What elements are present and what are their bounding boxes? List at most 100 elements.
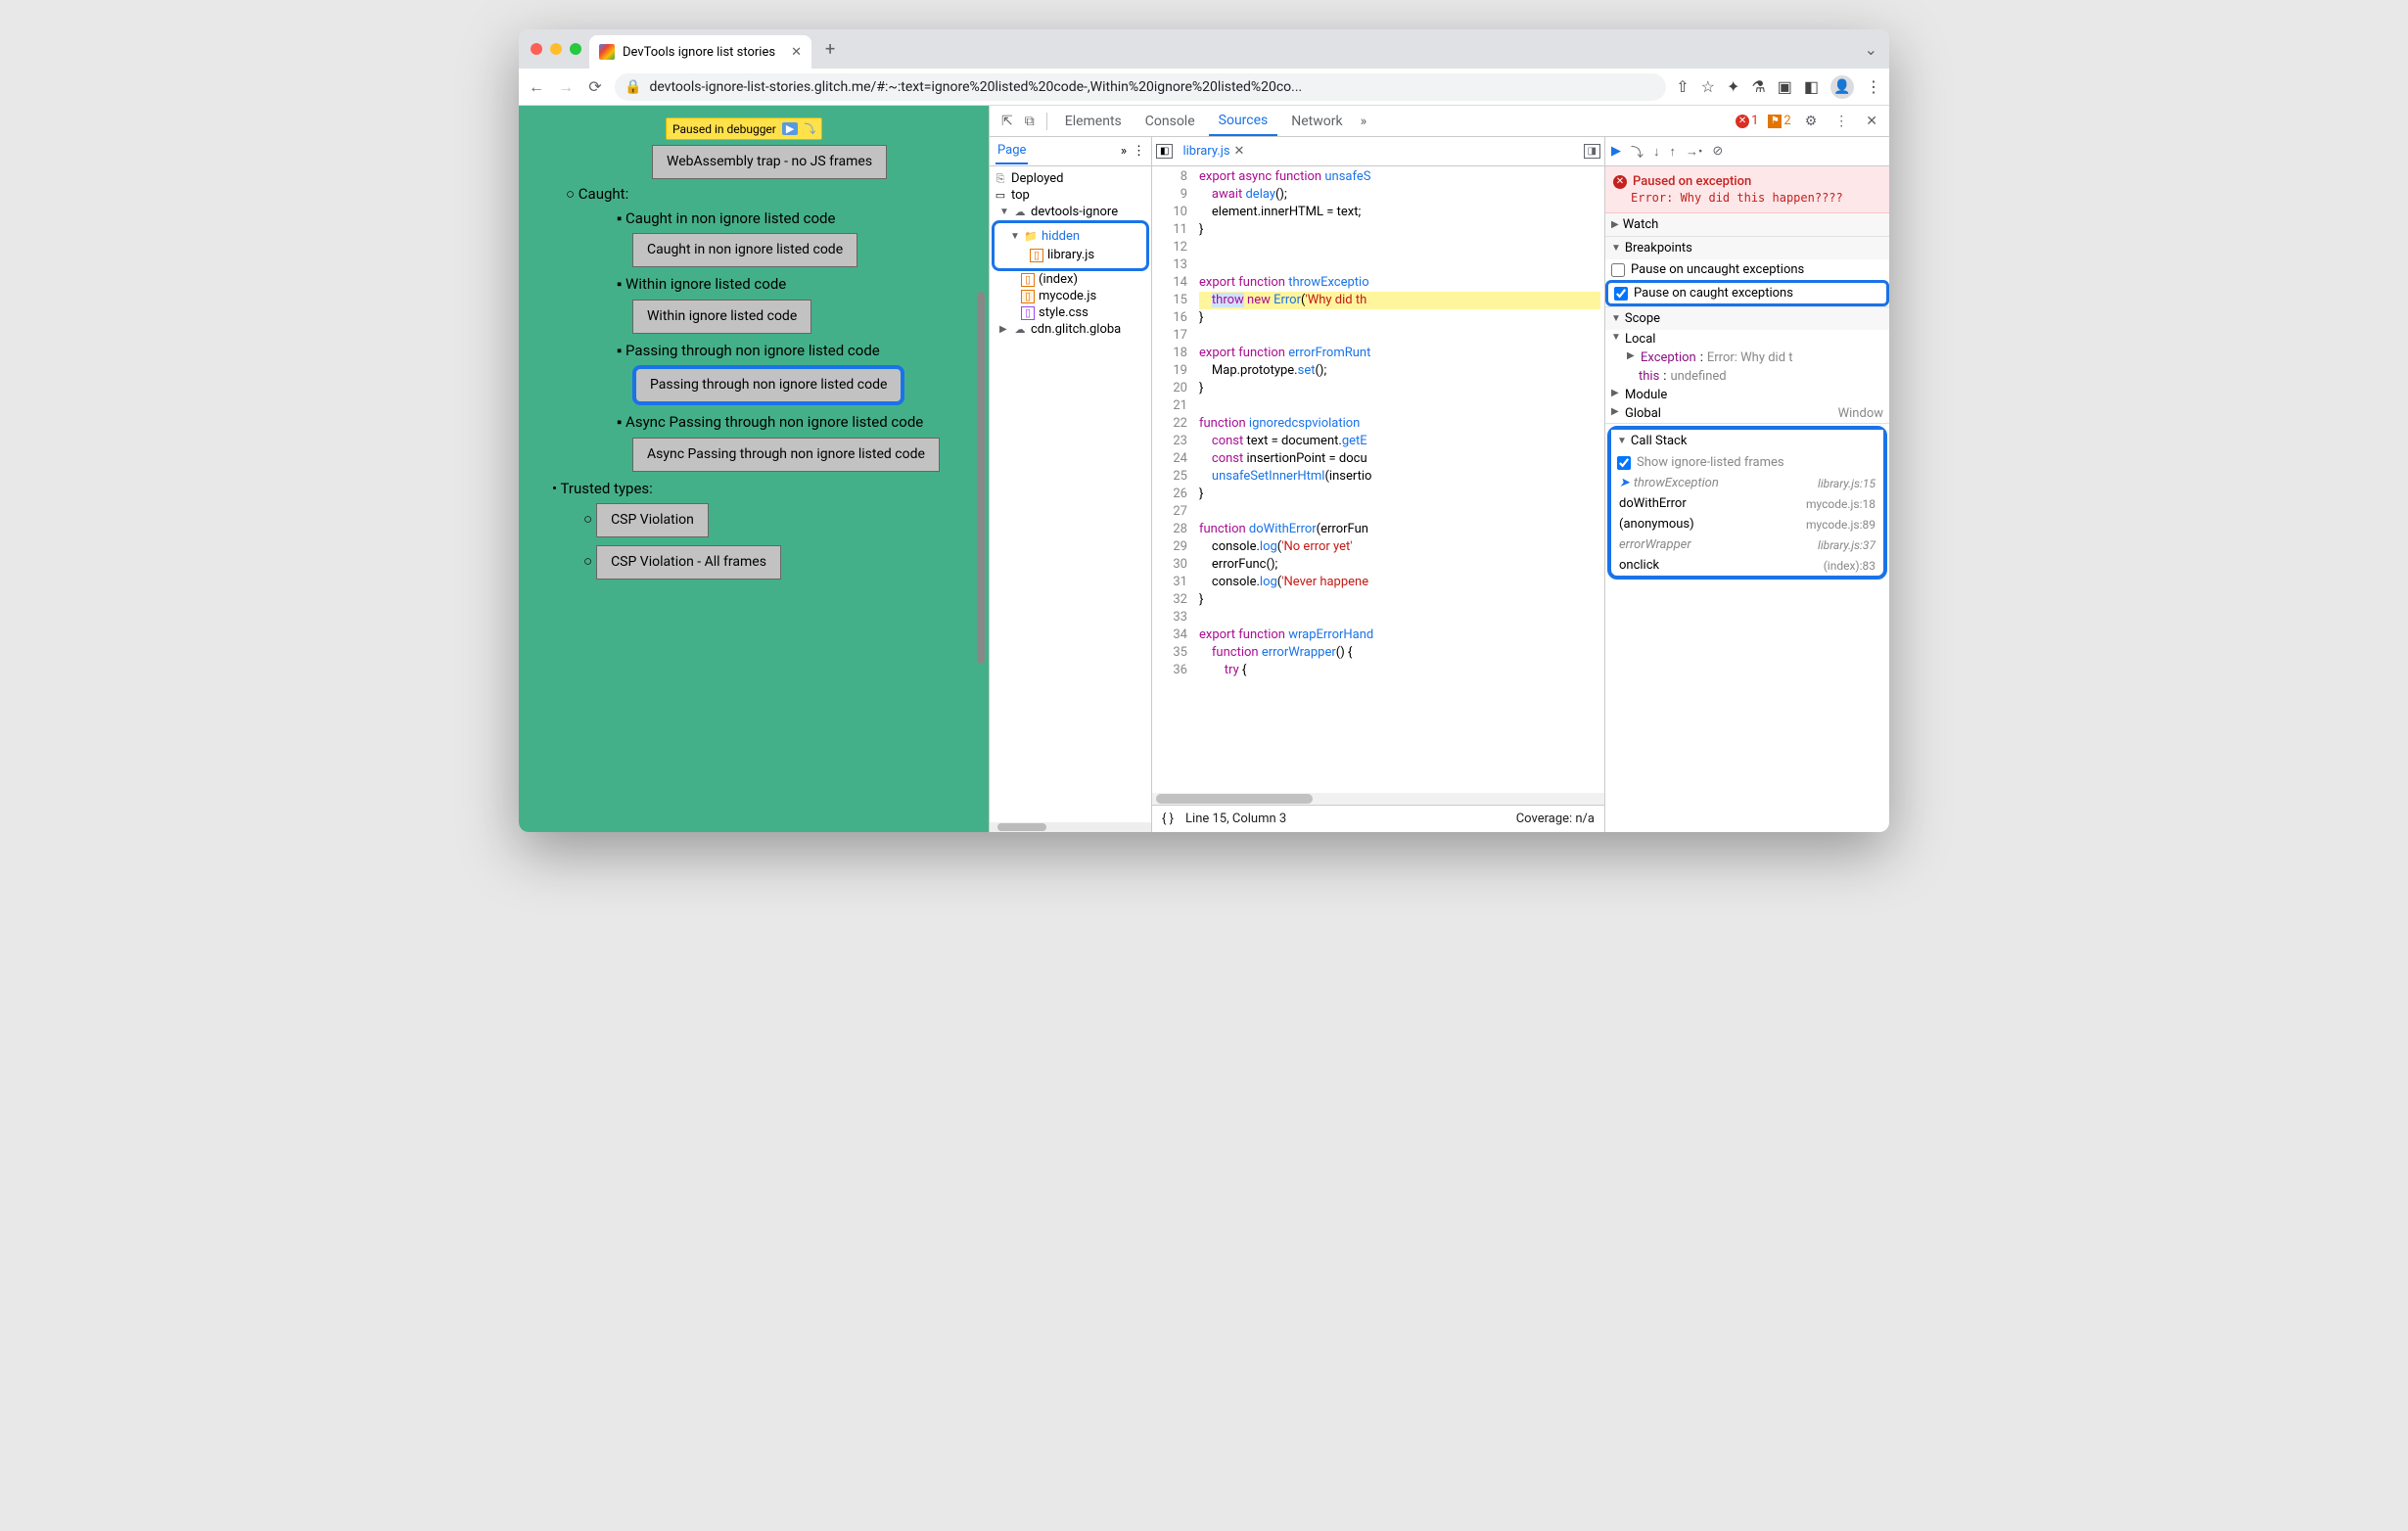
deactivate-bp-button[interactable]: ⊘ [1712, 144, 1723, 159]
forward-button[interactable]: → [556, 77, 576, 97]
pause-caught-checkbox[interactable] [1614, 287, 1628, 301]
btn-label: WebAssembly trap - no JS frames [667, 154, 872, 169]
step-button[interactable]: →• [1686, 144, 1702, 160]
caught-non-ignore-button[interactable]: Caught in non ignore listed code [632, 233, 857, 267]
pause-uncaught-checkbox[interactable] [1611, 263, 1625, 277]
scrollbar-thumb[interactable] [977, 292, 985, 664]
page-tab[interactable]: Page [996, 138, 1028, 164]
breakpoints-header[interactable]: ▼Breakpoints [1605, 237, 1889, 259]
hidden-folder[interactable]: ▼📁hidden [1010, 229, 1080, 244]
top-node[interactable]: ▭top [992, 187, 1149, 204]
passing-through-button[interactable]: Passing through non ignore listed code [632, 365, 904, 405]
watch-section[interactable]: ▶Watch [1605, 213, 1889, 237]
scope-this[interactable]: this: undefined [1605, 367, 1889, 386]
btn-label: Within ignore listed code [647, 308, 797, 324]
new-tab-button[interactable]: + [825, 39, 835, 60]
async-passing-button[interactable]: Async Passing through non ignore listed … [632, 438, 940, 472]
scope-global[interactable]: ▶GlobalWindow [1605, 404, 1889, 423]
tab-close-icon[interactable]: ✕ [791, 45, 802, 60]
show-ignored-checkbox-row[interactable]: Show ignore-listed frames [1611, 452, 1883, 473]
frame-name: doWithError [1619, 496, 1687, 511]
paused-banner: ✕Paused on exception Error: Why did this… [1605, 166, 1889, 213]
step-into-button[interactable]: ↓ [1653, 144, 1660, 160]
menu-icon[interactable]: ⋮ [1866, 77, 1881, 96]
profile-avatar[interactable]: 👤 [1830, 75, 1854, 99]
pause-caught-checkbox-row[interactable]: Pause on caught exceptions [1605, 280, 1889, 306]
install-icon[interactable]: ▣ [1778, 77, 1792, 96]
tab-sources[interactable]: Sources [1209, 107, 1278, 136]
tab-console[interactable]: Console [1135, 108, 1205, 135]
toggle-debugger-icon[interactable]: ◨ [1584, 144, 1600, 159]
domain-node[interactable]: ▼☁devtools-ignore [992, 204, 1149, 220]
list-item: Passing through non ignore listed code P… [617, 340, 979, 410]
inspect-icon[interactable]: ⇱ [997, 114, 1017, 129]
labs-icon[interactable]: ⚗ [1751, 77, 1765, 96]
sidebar-kebab-icon[interactable]: ⋮ [1133, 144, 1145, 159]
close-devtools-icon[interactable]: ✕ [1862, 114, 1881, 129]
frame-location: mycode.js:18 [1806, 497, 1875, 511]
scope-module[interactable]: ▶Module [1605, 386, 1889, 404]
csp-violation-button[interactable]: CSP Violation [596, 503, 709, 537]
mycode-file[interactable]: ▯mycode.js [992, 288, 1149, 304]
index-file[interactable]: ▯(index) [992, 271, 1149, 288]
show-ignored-checkbox[interactable] [1617, 456, 1631, 470]
pause-uncaught-checkbox-row[interactable]: Pause on uncaught exceptions [1605, 259, 1889, 280]
style-file[interactable]: ▯style.css [992, 304, 1149, 321]
sidebar-more-icon[interactable]: » [1121, 144, 1127, 159]
callstack-header[interactable]: ▼Call Stack [1611, 430, 1883, 452]
pretty-print-icon[interactable]: { } [1162, 812, 1174, 826]
settings-icon[interactable]: ⚙ [1801, 114, 1822, 129]
callstack-frame[interactable]: ➤throwExceptionlibrary.js:15 [1611, 473, 1883, 493]
editor-file-tab[interactable]: library.js ✕ [1177, 140, 1250, 162]
maximize-window-button[interactable] [570, 43, 581, 55]
more-tabs-icon[interactable]: » [1357, 114, 1371, 129]
code-area[interactable]: 8910111213141516171819202122232425262728… [1152, 166, 1604, 793]
callstack-frame[interactable]: onclick(index):83 [1611, 555, 1883, 576]
scope-local[interactable]: ▼Local [1605, 330, 1889, 348]
errors-badge[interactable]: ✕1 [1736, 114, 1758, 128]
csp-violation-all-button[interactable]: CSP Violation - All frames [596, 545, 781, 580]
tab-elements[interactable]: Elements [1055, 108, 1132, 135]
reload-button[interactable]: ⟳ [585, 77, 605, 96]
page-viewport: Paused in debugger ▶ ⤵ WebAssembly trap … [519, 106, 989, 832]
favicon-icon [599, 44, 615, 60]
checkbox-label: Pause on uncaught exceptions [1631, 262, 1804, 277]
scope-exception[interactable]: ▶Exception: Error: Why did t [1605, 348, 1889, 367]
library-file[interactable]: ▯library.js [1010, 248, 1094, 262]
callstack-frame[interactable]: doWithError mycode.js:18 [1611, 493, 1883, 514]
app2-icon[interactable]: ◧ [1804, 77, 1819, 96]
chevron-down-icon: ▼ [1611, 243, 1621, 254]
step-icon[interactable]: ⤵ [804, 120, 815, 137]
webassembly-trap-button[interactable]: WebAssembly trap - no JS frames [652, 145, 887, 179]
tab-network[interactable]: Network [1281, 108, 1352, 135]
resume-icon[interactable]: ▶ [782, 122, 798, 135]
cdn-node[interactable]: ▶☁cdn.glitch.globa [992, 321, 1149, 338]
editor-h-scrollbar[interactable] [1152, 793, 1604, 805]
step-over-button[interactable]: ⤵ [1631, 142, 1644, 161]
step-out-button[interactable]: ↑ [1670, 144, 1677, 160]
issues-badge[interactable]: ⚑2 [1768, 114, 1790, 128]
extensions-icon[interactable]: ✦ [1727, 77, 1739, 96]
back-button[interactable]: ← [527, 77, 546, 97]
browser-tab[interactable]: DevTools ignore list stories ✕ [589, 35, 811, 69]
within-ignore-button[interactable]: Within ignore listed code [632, 300, 811, 334]
callstack-frame[interactable]: errorWrapperlibrary.js:37 [1611, 534, 1883, 555]
bookmark-icon[interactable]: ☆ [1701, 77, 1715, 96]
device-icon[interactable]: ⧉ [1021, 114, 1039, 129]
tabs-overflow-icon[interactable]: ⌄ [1865, 40, 1877, 59]
kebab-icon[interactable]: ⋮ [1830, 114, 1852, 129]
sidebar-h-scrollbar[interactable] [990, 822, 1151, 832]
address-bar[interactable]: 🔒 devtools-ignore-list-stories.glitch.me… [615, 73, 1666, 101]
minimize-window-button[interactable] [550, 43, 562, 55]
callstack-frame[interactable]: (anonymous)mycode.js:89 [1611, 514, 1883, 534]
toggle-nav-icon[interactable]: ◧ [1156, 144, 1173, 159]
resume-button[interactable]: ▶ [1611, 144, 1621, 159]
editor-file-name: library.js [1182, 144, 1229, 159]
share-icon[interactable]: ⇧ [1676, 77, 1689, 96]
deployed-node[interactable]: ⎘Deployed [992, 170, 1149, 187]
editor-tab-close-icon[interactable]: ✕ [1234, 144, 1245, 159]
content-area: Paused in debugger ▶ ⤵ WebAssembly trap … [519, 106, 1889, 832]
scope-header[interactable]: ▼Scope [1605, 307, 1889, 330]
close-window-button[interactable] [531, 43, 542, 55]
chevron-right-icon: ▶ [1611, 219, 1619, 230]
